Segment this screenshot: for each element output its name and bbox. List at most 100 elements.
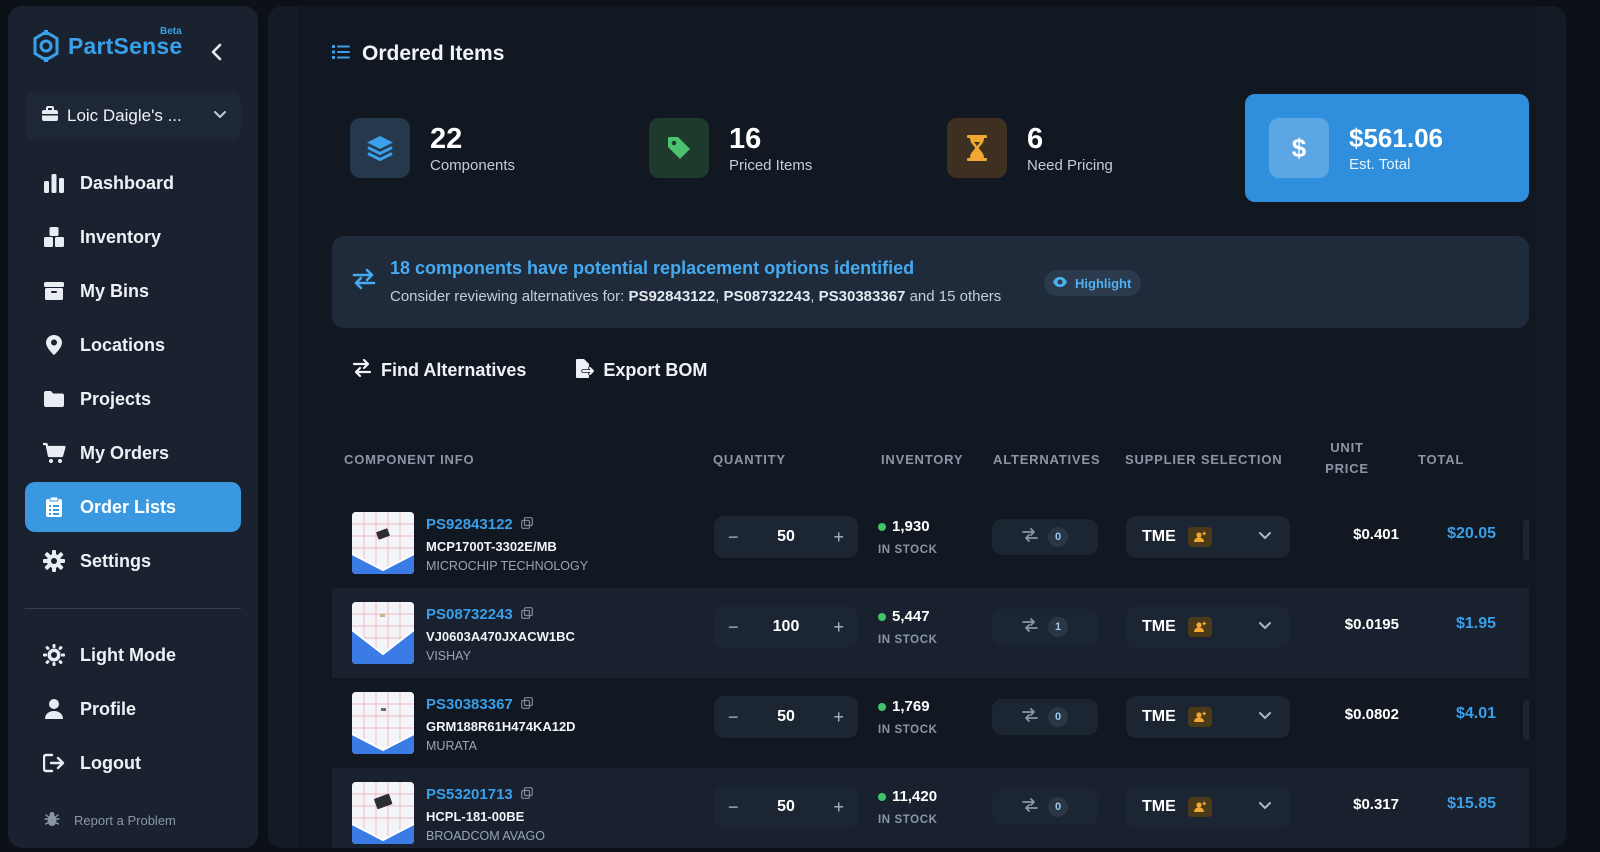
user-icon — [42, 697, 66, 721]
increment-button[interactable]: + — [833, 797, 844, 818]
nav-item-my-orders[interactable]: My Orders — [25, 428, 241, 478]
report-problem-link[interactable]: Report a Problem — [44, 811, 176, 830]
row-actions-handle[interactable] — [1523, 700, 1529, 740]
export-bom-button[interactable]: Export BOM — [574, 358, 707, 383]
stat-priced-items: 16 Priced Items — [649, 118, 812, 178]
nav-item-profile[interactable]: Profile — [25, 684, 241, 734]
increment-button[interactable]: + — [833, 617, 844, 638]
logout-icon — [42, 751, 66, 775]
swap-arrows-icon — [1022, 527, 1038, 547]
copy-icon[interactable] — [520, 696, 533, 713]
stock-count: 1,930 — [892, 518, 930, 535]
inventory-cell: 11,420 IN STOCK — [878, 788, 938, 826]
row-actions-handle[interactable] — [1523, 520, 1529, 560]
brand[interactable]: PartSense Beta — [30, 26, 182, 62]
sidebar-divider — [25, 608, 241, 609]
increment-button[interactable]: + — [833, 527, 844, 548]
manufacturer-name: BROADCOM AVAGO — [426, 829, 546, 843]
action-bar: Find Alternatives Export BOM — [352, 358, 707, 383]
inventory-cell: 1,930 IN STOCK — [878, 518, 938, 556]
collapse-sidebar-button[interactable] — [206, 42, 226, 66]
nav-item-locations[interactable]: Locations — [25, 320, 241, 370]
component-thumbnail[interactable] — [352, 512, 414, 574]
line-total: $1.95 — [1455, 615, 1496, 632]
quantity-value[interactable]: 100 — [773, 618, 800, 636]
nav-label: Dashboard — [80, 172, 175, 193]
nav-item-inventory[interactable]: Inventory — [25, 212, 241, 262]
nav-label: Logout — [80, 752, 141, 773]
quantity-stepper: − 100 + — [714, 606, 858, 648]
line-total: $20.05 — [1447, 525, 1496, 542]
supplier-select[interactable]: TME — [1126, 696, 1290, 738]
copy-icon[interactable] — [520, 516, 533, 533]
highlight-button[interactable]: Highlight — [1044, 270, 1142, 296]
page-title: Ordered Items — [332, 42, 504, 66]
stat-label: Est. Total — [1349, 156, 1411, 173]
stock-status-dot — [878, 612, 886, 621]
alternatives-button[interactable]: 0 — [992, 699, 1098, 735]
stock-status-dot — [878, 522, 886, 531]
partsense-logo-icon — [30, 30, 62, 62]
alternatives-button[interactable]: 0 — [992, 519, 1098, 555]
banner-subtext: Consider reviewing alternatives for: PS9… — [390, 288, 1002, 305]
nav-label: Projects — [80, 388, 152, 409]
component-thumbnail[interactable] — [352, 782, 414, 844]
component-id-link[interactable]: PS53201713 — [426, 786, 533, 803]
nav-item-order-lists[interactable]: Order Lists — [25, 482, 241, 532]
increment-button[interactable]: + — [833, 707, 844, 728]
user-assigned-icon — [1187, 617, 1212, 637]
table-row: PS08732243 VJ0603A470JXACW1BC VISHAY − 1… — [332, 588, 1529, 678]
quantity-value[interactable]: 50 — [777, 528, 795, 546]
beta-badge: Beta — [160, 26, 182, 37]
nav-item-projects[interactable]: Projects — [25, 374, 241, 424]
decrement-button[interactable]: − — [728, 617, 739, 638]
component-id: PS30383367 — [426, 696, 513, 713]
bar-chart-icon — [42, 171, 66, 195]
nav-item-dashboard[interactable]: Dashboard — [25, 158, 241, 208]
supplier-select[interactable]: TME — [1126, 606, 1290, 648]
swap-arrows-icon — [352, 358, 372, 382]
inventory-cell: 5,447 IN STOCK — [878, 608, 938, 646]
chevron-down-icon — [1258, 529, 1272, 548]
component-id-link[interactable]: PS30383367 — [426, 696, 533, 713]
copy-icon[interactable] — [520, 786, 533, 803]
map-pin-icon — [42, 333, 66, 357]
find-alternatives-button[interactable]: Find Alternatives — [352, 358, 526, 383]
alternatives-button[interactable]: 0 — [992, 789, 1098, 825]
nav-item-settings[interactable]: Settings — [25, 536, 241, 586]
header-unit-price-line1: UNIT — [1330, 440, 1364, 455]
swap-arrows-icon — [1022, 617, 1038, 637]
supplier-select[interactable]: TME — [1126, 786, 1290, 828]
sidebar: PartSense Beta Loic Daigle's ... Dashboa… — [8, 6, 258, 848]
alternatives-button[interactable]: 1 — [992, 609, 1098, 645]
supplier-name: TME — [1142, 798, 1176, 815]
ordered-items-table: PS92843122 MCP1700T-3302E/MB MICROCHIP T… — [332, 498, 1529, 848]
nav-item-logout[interactable]: Logout — [25, 738, 241, 788]
quantity-stepper: − 50 + — [714, 786, 858, 828]
banner-id: PS30383367 — [818, 288, 906, 305]
component-thumbnail[interactable] — [352, 692, 414, 754]
table-row: PS53201713 HCPL-181-00BE BROADCOM AVAGO … — [332, 768, 1529, 848]
decrement-button[interactable]: − — [728, 527, 739, 548]
component-id-link[interactable]: PS92843122 — [426, 516, 533, 533]
quantity-value[interactable]: 50 — [777, 798, 795, 816]
manufacturer-name: MICROCHIP TECHNOLOGY — [426, 559, 589, 573]
nav-label: My Bins — [80, 280, 150, 301]
nav-item-my-bins[interactable]: My Bins — [25, 266, 241, 316]
alternatives-banner: 18 components have potential replacement… — [332, 236, 1529, 328]
eye-icon — [1052, 276, 1068, 291]
copy-icon[interactable] — [520, 606, 533, 623]
clipboard-list-icon — [42, 495, 66, 519]
highlight-label: Highlight — [1075, 275, 1132, 291]
component-id-link[interactable]: PS08732243 — [426, 606, 533, 623]
gear-icon — [42, 549, 66, 573]
header-unit-price: UNIT PRICE — [1322, 440, 1372, 476]
workspace-selector[interactable]: Loic Daigle's ... — [25, 92, 241, 140]
quantity-value[interactable]: 50 — [777, 708, 795, 726]
component-thumbnail[interactable] — [352, 602, 414, 664]
nav-label: Light Mode — [80, 644, 176, 665]
nav-item-light-mode[interactable]: Light Mode — [25, 630, 241, 680]
supplier-select[interactable]: TME — [1126, 516, 1290, 558]
decrement-button[interactable]: − — [728, 707, 739, 728]
decrement-button[interactable]: − — [728, 797, 739, 818]
